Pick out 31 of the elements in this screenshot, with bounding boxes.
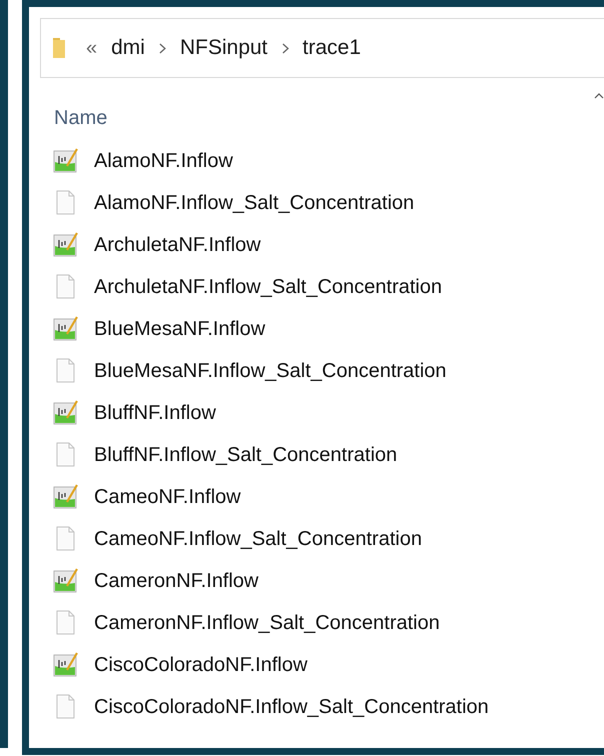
file-name[interactable]: BluffNF.Inflow_Salt_Concentration — [94, 444, 398, 466]
chart-file-icon — [53, 148, 79, 174]
chart-file-icon — [53, 484, 79, 510]
address-bar[interactable]: « dmi NFSinput trace1 — [40, 18, 604, 78]
breadcrumb[interactable]: NFSinput — [180, 36, 268, 60]
file-name[interactable]: AlamoNF.Inflow_Salt_Concentration — [94, 192, 414, 214]
file-name[interactable]: CameronNF.Inflow — [94, 570, 259, 592]
breadcrumb[interactable]: trace1 — [302, 36, 361, 60]
file-name[interactable]: ArchuletaNF.Inflow — [94, 234, 261, 256]
chevron-right-icon — [282, 42, 289, 54]
file-name[interactable]: BluffNF.Inflow — [94, 402, 216, 424]
chevron-right-icon — [158, 42, 166, 54]
chart-file-icon — [53, 568, 79, 594]
chart-file-icon — [53, 400, 79, 426]
file-name[interactable]: BlueMesaNF.Inflow_Salt_Concentration — [94, 360, 446, 382]
chart-file-icon — [53, 652, 79, 678]
column-header[interactable]: Name — [54, 107, 108, 130]
file-name[interactable]: AlamoNF.Inflow — [94, 150, 233, 172]
breadcrumb[interactable]: dmi — [111, 36, 145, 60]
overflow-chevron[interactable]: « — [86, 36, 98, 60]
file-name[interactable]: ArchuletaNF.Inflow_Salt_Concentration — [94, 276, 442, 298]
file-name[interactable]: BlueMesaNF.Inflow — [94, 318, 266, 340]
file-name[interactable]: CiscoColoradoNF.Inflow_Salt_Concentration — [94, 696, 489, 718]
chart-file-icon — [53, 316, 79, 342]
file-name[interactable]: CameronNF.Inflow_Salt_Concentration — [94, 612, 440, 634]
file-name[interactable]: CiscoColoradoNF.Inflow — [94, 654, 308, 676]
sort-caret-icon — [594, 92, 604, 99]
file-name[interactable]: CameoNF.Inflow — [94, 486, 241, 508]
file-name[interactable]: CameoNF.Inflow_Salt_Concentration — [94, 528, 422, 550]
folder-icon — [52, 37, 66, 59]
chart-file-icon — [53, 232, 79, 258]
